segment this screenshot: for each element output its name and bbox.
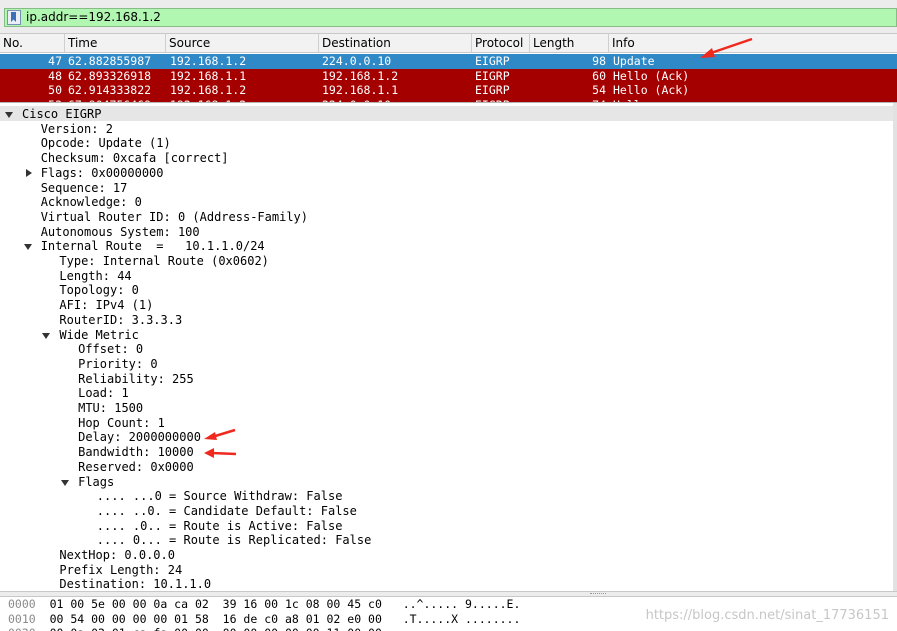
tree-field[interactable]: NextHop: 0.0.0.0	[59, 548, 175, 563]
packet-row[interactable]: 50 62.914333822 192.168.1.2 192.168.1.1 EIGR…	[0, 83, 897, 98]
bytes-line[interactable]: 0000 01 00 5e 00 00 0a ca 02 39 16 00 1c…	[8, 597, 520, 612]
cell-destination: 192.168.1.1	[322, 83, 399, 97]
cell-time: 62.914333822	[68, 83, 152, 97]
tree-field[interactable]: Opcode: Update (1)	[41, 136, 171, 151]
tree-field[interactable]: .... ..0. = Candidate Default: False	[97, 504, 357, 519]
tree-field[interactable]: .... .0.. = Route is Active: False	[97, 519, 343, 534]
column-header-destination[interactable]: Destination	[319, 34, 472, 53]
tree-field[interactable]: Hop Count: 1	[78, 416, 165, 431]
column-header-source[interactable]: Source	[166, 34, 319, 53]
tree-node-label[interactable]: Cisco EIGRP	[22, 107, 101, 122]
bytes-ascii: ........ ........	[403, 626, 521, 631]
tree-field[interactable]: Offset: 0	[78, 342, 143, 357]
expanded-triangle-icon[interactable]	[23, 244, 32, 251]
cell-no: 47	[48, 54, 62, 68]
bytes-ascii: .T.....X ........	[402, 611, 521, 626]
column-header-no[interactable]: No.	[0, 34, 65, 53]
tree-node-label[interactable]: Flags	[78, 475, 114, 490]
packet-list: 47 62.882855987 192.168.1.2 224.0.0.10 EIGRP…	[0, 53, 897, 103]
bytes-hex: 01 00 5e 00 00 0a ca 02 39 16 00 1c 08 0…	[49, 597, 382, 611]
tree-field[interactable]: Prefix Length: 24	[59, 563, 182, 578]
bytes-offset: 0010	[8, 611, 36, 626]
cell-destination: 224.0.0.10	[322, 54, 392, 68]
cell-no: 48	[48, 68, 62, 83]
splitter-grip[interactable]	[590, 593, 606, 595]
annotation-arrow-delay	[204, 428, 236, 440]
cell-length: 60	[592, 68, 606, 83]
packet-list-header: No. Time Source Destination Protocol Len…	[0, 34, 897, 53]
tree-field[interactable]: .... 0... = Route is Replicated: False	[97, 533, 372, 548]
tree-field[interactable]: Autonomous System: 100	[41, 225, 200, 240]
annotation-arrow-update	[700, 37, 753, 58]
cell-protocol: EIGRP	[475, 68, 510, 83]
cell-source: 192.168.1.1	[170, 68, 247, 83]
cell-source: 192.168.1.2	[170, 83, 247, 97]
bytes-hex: 00 54 00 00 00 00 01 58 16 de c0 a8 01 0…	[49, 611, 382, 626]
watermark: https://blog.csdn.net/sinat_17736151	[645, 608, 889, 623]
tree-field[interactable]: Acknowledge: 0	[41, 195, 142, 210]
bytes-line[interactable]: 0010 00 54 00 00 00 00 01 58 16 de c0 a8…	[8, 612, 520, 627]
display-filter-toolbar: ip.addr==192.168.1.2	[0, 0, 897, 34]
packet-details-pane: Cisco EIGRP Version: 2 Opcode: Update (1) C…	[0, 103, 897, 591]
cell-time: 62.893326918	[68, 68, 152, 83]
tree-field[interactable]: Load: 1	[78, 386, 129, 401]
tree-field[interactable]: Virtual Router ID: 0 (Address-Family)	[41, 210, 308, 225]
display-filter-input[interactable]: ip.addr==192.168.1.2	[4, 8, 897, 27]
cell-time: 62.882855987	[68, 54, 152, 68]
cell-length: 98	[592, 54, 606, 68]
annotation-arrow-bandwidth	[204, 448, 237, 458]
cell-source: 192.168.1.2	[170, 54, 247, 68]
tree-field[interactable]: .... ...0 = Source Withdraw: False	[97, 489, 343, 504]
tree-field[interactable]: AFI: IPv4 (1)	[59, 298, 153, 313]
tree-field[interactable]: Priority: 0	[78, 357, 157, 372]
bytes-offset: 0000	[8, 597, 36, 611]
tree-field[interactable]: Destination: 10.1.1.0	[59, 577, 211, 591]
collapsed-triangle-icon[interactable]	[25, 168, 32, 177]
tree-field[interactable]: RouterID: 3.3.3.3	[59, 313, 182, 328]
tree-field[interactable]: Type: Internal Route (0x0602)	[59, 254, 269, 269]
tree-field[interactable]: Bandwidth: 10000	[78, 445, 194, 460]
cell-destination: 192.168.1.2	[322, 68, 399, 83]
expanded-triangle-icon[interactable]	[61, 479, 70, 486]
column-header-time[interactable]: Time	[65, 34, 166, 53]
tree-field[interactable]: Sequence: 17	[41, 181, 128, 196]
details-scrollbar[interactable]	[893, 103, 897, 591]
tree-field[interactable]: Version: 2	[41, 122, 113, 137]
bookmark-icon[interactable]	[7, 10, 21, 25]
packet-row[interactable]: 48 62.893326918 192.168.1.1 192.168.1.2 EIGR…	[0, 68, 897, 83]
tree-node-label[interactable]: Flags: 0x00000000	[41, 166, 164, 181]
cell-protocol: EIGRP	[475, 83, 510, 97]
packet-bytes-pane: 0020 00 0a 02 01 ca fa 00 00 00 00 00 00…	[0, 597, 897, 631]
tree-field[interactable]: Delay: 2000000000	[78, 430, 201, 445]
column-header-length[interactable]: Length	[530, 34, 609, 53]
tree-field[interactable]: MTU: 1500	[78, 401, 143, 416]
tree-field[interactable]: Topology: 0	[59, 283, 138, 298]
tree-field[interactable]: Reliability: 255	[78, 372, 194, 387]
cell-info: Hello (Ack)	[613, 83, 690, 97]
expanded-triangle-icon[interactable]	[5, 112, 13, 118]
tree-node-label[interactable]: Internal Route = 10.1.1.0/24	[41, 239, 265, 254]
bytes-line[interactable]: 0020 00 0a 02 01 ca fa 00 00 00 00 00 00…	[8, 626, 520, 631]
column-header-protocol[interactable]: Protocol	[472, 34, 530, 53]
bytes-ascii: ..^..... 9.....E.	[402, 597, 521, 611]
cell-no: 50	[48, 83, 62, 97]
packet-row[interactable]: 47 62.882855987 192.168.1.2 224.0.0.10 EIGRP…	[0, 54, 897, 69]
tree-field[interactable]: Length: 44	[59, 269, 131, 284]
expanded-triangle-icon[interactable]	[42, 332, 51, 339]
tree-field[interactable]: Checksum: 0xcafa [correct]	[41, 151, 229, 166]
cell-length: 54	[592, 83, 606, 97]
bytes-offset: 0020	[8, 626, 36, 631]
bytes-hex: 00 0a 02 01 ca fa 00 00 00 00 00 00 00 1…	[50, 626, 382, 631]
selected-tree-row-highlight	[0, 106, 897, 121]
cell-info: Hello (Ack)	[613, 68, 690, 83]
tree-field[interactable]: Reserved: 0x0000	[78, 460, 194, 475]
tree-node-label[interactable]: Wide Metric	[59, 328, 138, 343]
display-filter-value: ip.addr==192.168.1.2	[26, 10, 161, 24]
cell-protocol: EIGRP	[475, 54, 510, 68]
